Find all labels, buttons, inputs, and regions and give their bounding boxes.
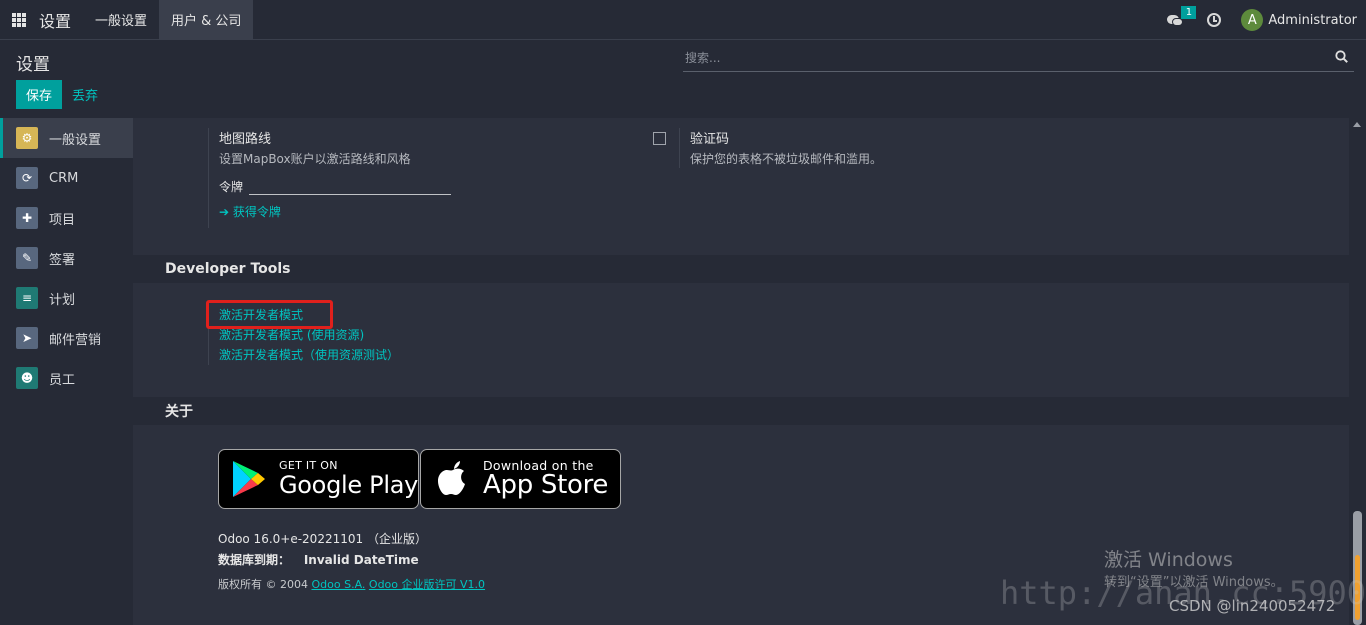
nav-general-settings[interactable]: 一般设置 xyxy=(83,0,159,40)
version-text: Odoo 16.0+e-20221101 （企业版） xyxy=(218,532,427,546)
sidebar-item-label: 一般设置 xyxy=(49,132,102,148)
settings-sidebar: ⚙ 一般设置 ⟳ CRM ✚ 项目 ✎ 签署 ≡ 计划 ➤ 邮件营销 ☻ 员工 xyxy=(0,118,133,625)
captcha-setting: 验证码 保护您的表格不被垃圾邮件和滥用。 xyxy=(679,128,882,168)
csdn-watermark: CSDN @lin240052472 xyxy=(1169,597,1336,615)
discard-button[interactable]: 丢弃 xyxy=(72,80,98,109)
puzzle-icon: ✚ xyxy=(16,207,38,229)
search-bar xyxy=(683,45,1354,72)
get-token-link[interactable]: ➔ 获得令牌 xyxy=(219,203,451,220)
database-expiry: 数据库到期： Invalid DateTime xyxy=(218,551,419,568)
odoo-sa-link[interactable]: Odoo S.A. xyxy=(312,578,366,591)
save-button[interactable]: 保存 xyxy=(16,80,62,109)
search-input[interactable] xyxy=(683,45,1323,71)
users-icon: ☻ xyxy=(16,367,38,389)
google-play-button[interactable]: GET IT ON Google Play xyxy=(218,449,419,509)
sidebar-item-general-settings[interactable]: ⚙ 一般设置 xyxy=(0,118,133,158)
map-routes-description: 设置MapBox账户以激活路线和风格 xyxy=(219,152,411,166)
sidebar-item-label: 项目 xyxy=(49,212,76,228)
apple-icon xyxy=(438,461,465,495)
sidebar-item-employees[interactable]: ☻ 员工 xyxy=(0,358,133,398)
sidebar-item-label: 签署 xyxy=(49,252,76,268)
token-label: 令牌 xyxy=(219,180,244,194)
app-brand[interactable]: 设置 xyxy=(39,8,71,32)
copyright-line: 版权所有 © 2004 Odoo S.A. Odoo 企业版许可 V1.0 xyxy=(218,576,485,592)
sidebar-item-label: 计划 xyxy=(49,292,76,308)
windows-activation-title: 激活 Windows xyxy=(1104,549,1233,571)
token-input[interactable] xyxy=(249,177,452,195)
map-routes-title: 地图路线 xyxy=(219,132,272,147)
sidebar-item-planning[interactable]: ≡ 计划 xyxy=(0,278,133,318)
top-navbar: 设置 一般设置 用户 & 公司 1 A Administrator xyxy=(0,0,1366,40)
vertical-scrollbar[interactable] xyxy=(1349,118,1366,625)
map-routes-setting: 地图路线 设置MapBox账户以激活路线和风格 令牌 ➔ 获得令牌 xyxy=(208,128,452,228)
gear-icon: ⚙ xyxy=(16,127,38,149)
sidebar-item-email-marketing[interactable]: ➤ 邮件营销 xyxy=(0,318,133,358)
search-icon[interactable] xyxy=(1335,50,1348,63)
sidebar-item-label: 员工 xyxy=(49,372,76,388)
chat-count-badge: 1 xyxy=(1181,6,1197,19)
expiry-label: 数据库到期： xyxy=(218,553,291,567)
sidebar-item-project[interactable]: ✚ 项目 xyxy=(0,198,133,238)
user-avatar[interactable]: A xyxy=(1241,9,1264,31)
sidebar-item-crm[interactable]: ⟳ CRM xyxy=(0,158,133,198)
annotation-highlight-box xyxy=(206,300,333,329)
chat-icon[interactable]: 1 xyxy=(1167,6,1197,27)
activity-clock-icon[interactable] xyxy=(1207,13,1222,27)
app-store-button[interactable]: Download on the App Store xyxy=(420,449,621,509)
planning-icon: ≡ xyxy=(16,287,38,309)
captcha-title: 验证码 xyxy=(690,132,730,147)
arrow-right-icon: ➔ xyxy=(219,205,230,219)
paper-plane-icon: ➤ xyxy=(16,327,38,349)
sidebar-item-sign[interactable]: ✎ 签署 xyxy=(0,238,133,278)
expiry-value: Invalid DateTime xyxy=(303,553,419,567)
about-heading: 关于 xyxy=(133,397,1349,425)
nav-users-companies[interactable]: 用户 & 公司 xyxy=(159,0,254,40)
apps-menu-icon[interactable] xyxy=(12,12,26,27)
google-play-icon xyxy=(233,461,265,497)
developer-tools-heading: Developer Tools xyxy=(133,255,1349,283)
get-token-label: 获得令牌 xyxy=(232,205,281,219)
handshake-icon: ⟳ xyxy=(16,167,38,189)
activate-dev-mode-tests-link[interactable]: 激活开发者模式（使用资源测试） xyxy=(219,345,399,365)
user-menu-name[interactable]: Administrator xyxy=(1268,13,1357,28)
sign-document-icon: ✎ xyxy=(16,247,38,269)
app-store-big-text: App Store xyxy=(483,470,609,500)
google-play-big-text: Google Play xyxy=(279,471,419,499)
sidebar-item-label: 邮件营销 xyxy=(49,332,102,348)
page-title: 设置 xyxy=(16,55,50,75)
enterprise-license-link[interactable]: Odoo 企业版许可 V1.0 xyxy=(369,578,485,591)
sidebar-item-label: CRM xyxy=(49,170,79,186)
captcha-description: 保护您的表格不被垃圾邮件和滥用。 xyxy=(690,152,883,166)
copyright-prefix: 版权所有 © 2004 xyxy=(218,578,308,591)
scroll-up-arrow-icon[interactable] xyxy=(1353,122,1361,127)
captcha-checkbox[interactable] xyxy=(653,132,666,145)
